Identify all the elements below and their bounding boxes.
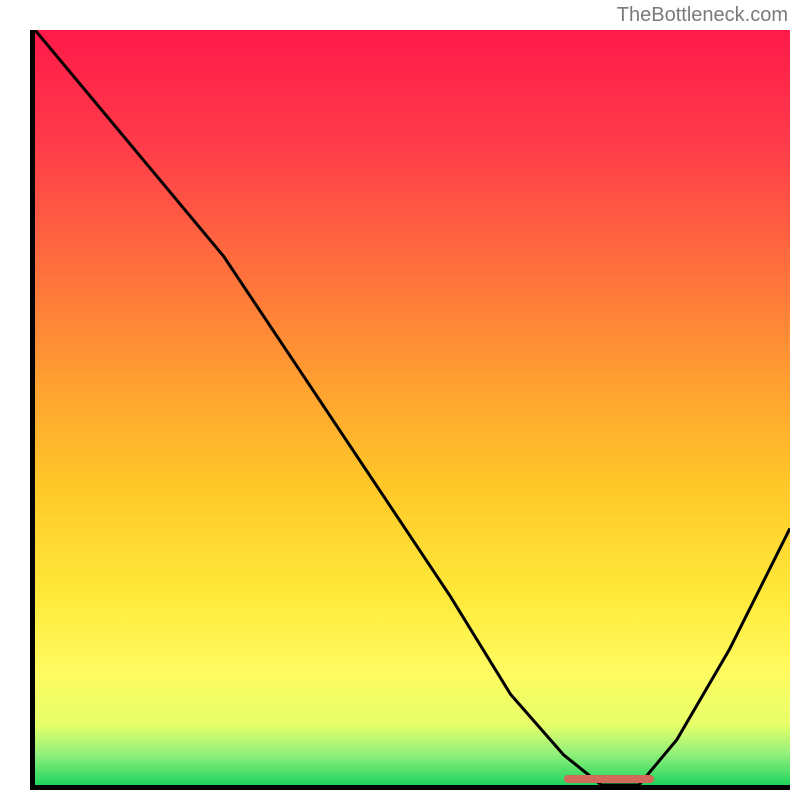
chart-container: TheBottleneck.com [0,0,800,800]
plot-area [30,30,790,790]
watermark-text: TheBottleneck.com [617,4,788,27]
bottleneck-curve [35,30,790,785]
optimal-range-marker [564,775,655,783]
